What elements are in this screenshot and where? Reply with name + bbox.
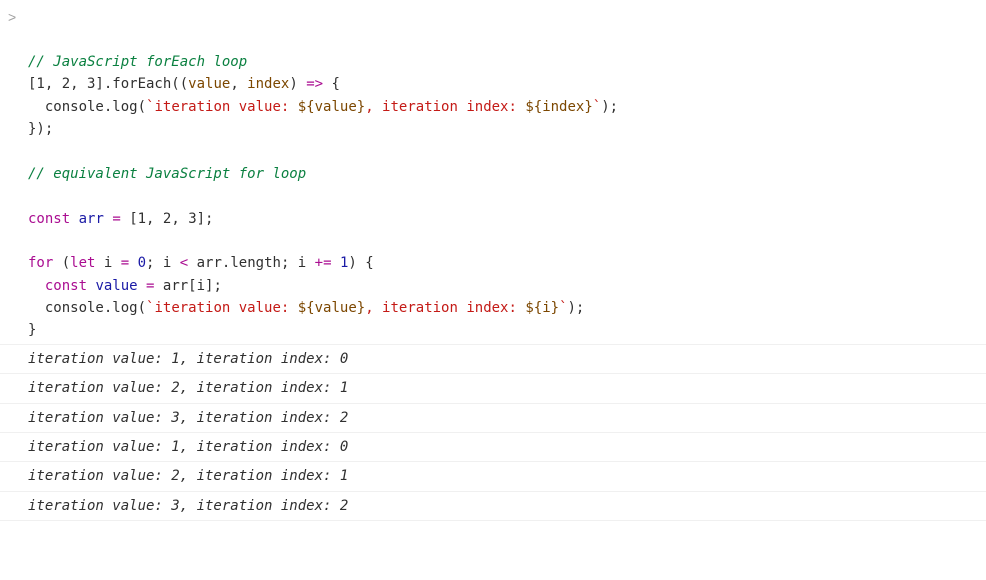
console-output-line: iteration value: 1, iteration index: 0 (0, 432, 986, 461)
code-line: for (let i = 0; i < arr.length; i += 1) … (28, 255, 374, 271)
console-output-line: iteration value: 3, iteration index: 2 (0, 491, 986, 521)
code-line: console.log(`iteration value: ${value}, … (28, 300, 584, 316)
code-comment: // JavaScript forEach loop (28, 54, 247, 70)
code-line: console.log(`iteration value: ${value}, … (28, 99, 618, 115)
console-output-line: iteration value: 1, iteration index: 0 (0, 344, 986, 373)
console-output-line: iteration value: 2, iteration index: 1 (0, 461, 986, 490)
code-line: } (28, 322, 36, 338)
devtools-console: > // JavaScript forEach loop [1, 2, 3].f… (0, 0, 986, 525)
code-line: [1, 2, 3].forEach((value, index) => { (28, 76, 340, 92)
console-input-block[interactable]: > // JavaScript forEach loop [1, 2, 3].f… (0, 4, 986, 344)
console-output-line: iteration value: 3, iteration index: 2 (0, 403, 986, 432)
console-output-line: iteration value: 2, iteration index: 1 (0, 373, 986, 402)
code-line: }); (28, 121, 53, 137)
code-line: const value = arr[i]; (28, 278, 222, 294)
code-comment: // equivalent JavaScript for loop (28, 166, 306, 182)
code-line: const arr = [1, 2, 3]; (28, 211, 213, 227)
console-prompt-icon: > (8, 6, 16, 28)
